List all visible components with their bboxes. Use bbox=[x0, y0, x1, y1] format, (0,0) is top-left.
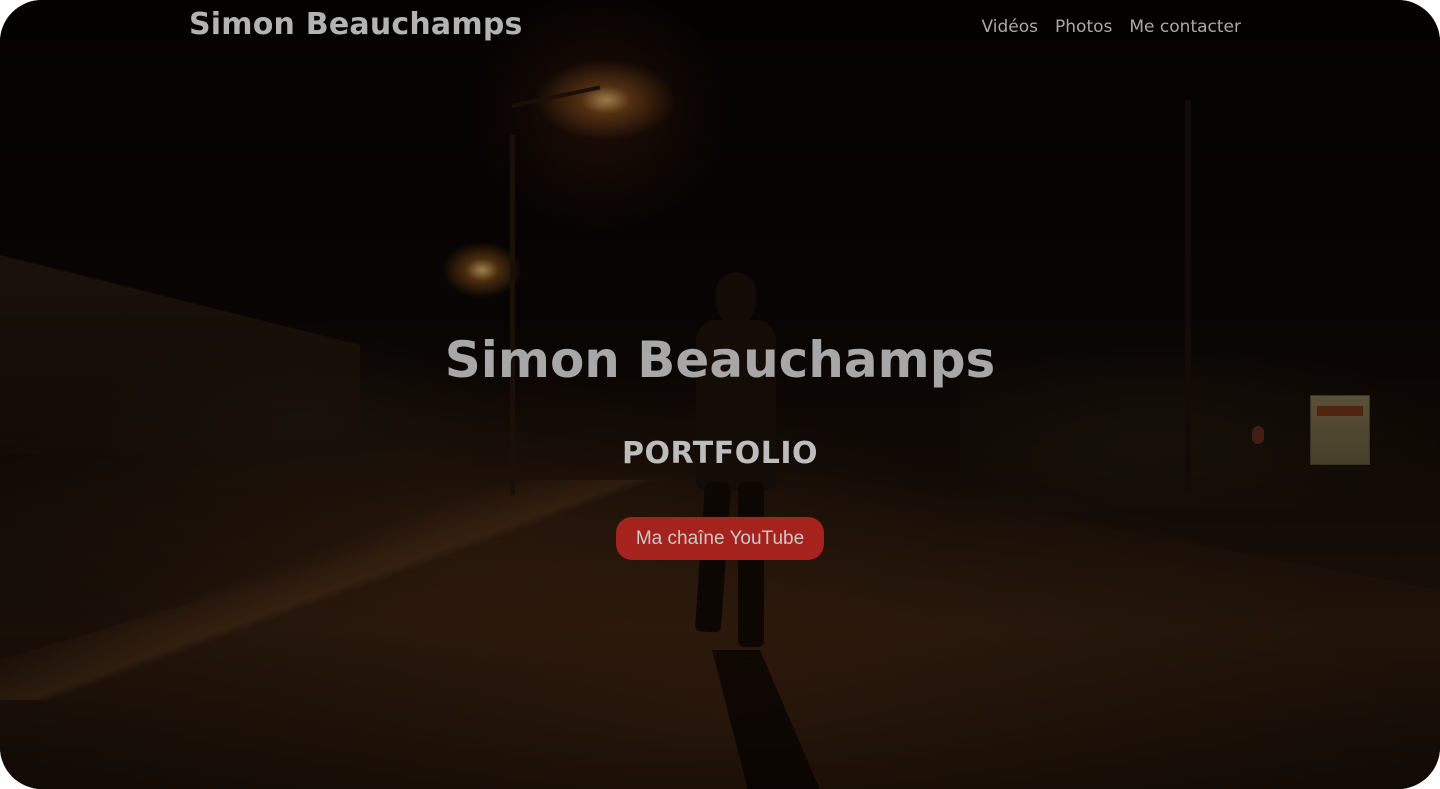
youtube-channel-button[interactable]: Ma chaîne YouTube bbox=[615, 517, 825, 560]
hero-content: Simon Beauchamps PORTFOLIO Ma chaîne You… bbox=[0, 328, 1440, 560]
brand-logo-link[interactable]: Simon Beauchamps bbox=[189, 7, 523, 42]
hero-title: Simon Beauchamps bbox=[444, 331, 996, 389]
page-frame: Simon Beauchamps Vidéos Photos Me contac… bbox=[0, 0, 1440, 789]
nav-link-photos[interactable]: Photos bbox=[1055, 17, 1112, 37]
top-navbar: Simon Beauchamps Vidéos Photos Me contac… bbox=[0, 0, 1440, 56]
nav-link-contact[interactable]: Me contacter bbox=[1129, 17, 1241, 37]
hero-subtitle: PORTFOLIO bbox=[622, 436, 818, 471]
nav-link-videos[interactable]: Vidéos bbox=[982, 17, 1039, 37]
nav-links: Vidéos Photos Me contacter bbox=[982, 17, 1241, 37]
